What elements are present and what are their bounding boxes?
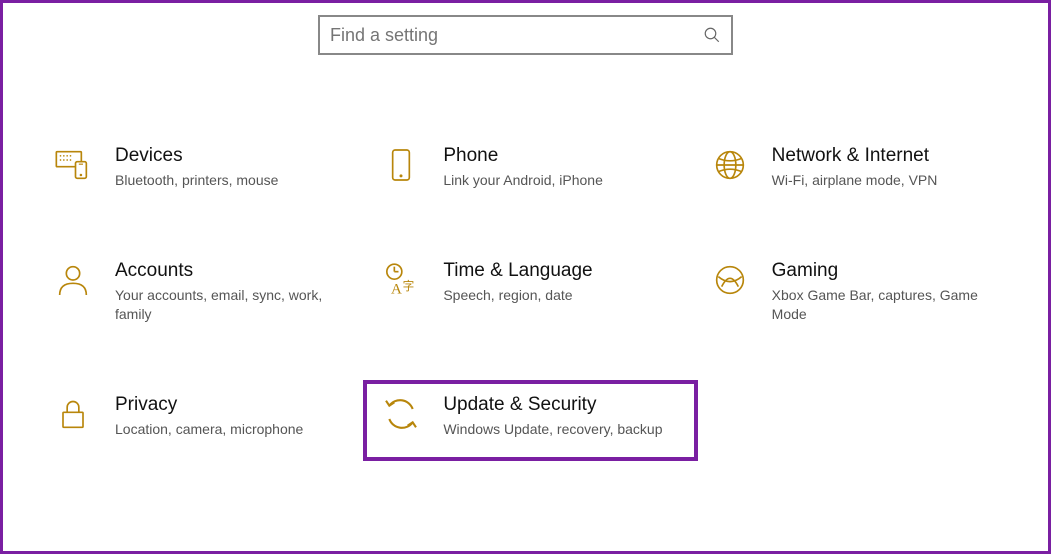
tile-desc: Xbox Game Bar, captures, Game Mode (772, 286, 1008, 324)
tile-title: Privacy (115, 394, 351, 416)
svg-text:字: 字 (403, 279, 415, 293)
tile-title: Time & Language (443, 260, 679, 282)
tile-desc: Bluetooth, printers, mouse (115, 171, 351, 190)
time-language-icon: A 字 (381, 260, 421, 300)
tile-network[interactable]: Network & Internet Wi-Fi, airplane mode,… (710, 145, 1008, 190)
tile-title: Devices (115, 145, 351, 167)
tile-desc: Location, camera, microphone (115, 420, 351, 439)
tile-title: Update & Security (443, 394, 679, 416)
gaming-icon (710, 260, 750, 300)
settings-grid: Devices Bluetooth, printers, mouse Phone… (3, 55, 1048, 459)
tile-phone[interactable]: Phone Link your Android, iPhone (381, 145, 679, 190)
search-input[interactable] (330, 25, 703, 46)
svg-text:A: A (391, 281, 402, 297)
tile-title: Accounts (115, 260, 351, 282)
tile-accounts[interactable]: Accounts Your accounts, email, sync, wor… (53, 260, 351, 324)
tile-title: Gaming (772, 260, 1008, 282)
search-container (318, 15, 733, 55)
settings-window: Devices Bluetooth, printers, mouse Phone… (0, 0, 1051, 554)
sync-icon (381, 394, 421, 434)
person-icon (53, 260, 93, 300)
tile-desc: Link your Android, iPhone (443, 171, 679, 190)
tile-update-security[interactable]: Update & Security Windows Update, recove… (363, 380, 697, 461)
tile-desc: Your accounts, email, sync, work, family (115, 286, 351, 324)
tile-desc: Speech, region, date (443, 286, 679, 305)
tile-time-language[interactable]: A 字 Time & Language Speech, region, date (381, 260, 679, 324)
globe-icon (710, 145, 750, 185)
tile-gaming[interactable]: Gaming Xbox Game Bar, captures, Game Mod… (710, 260, 1008, 324)
tile-title: Network & Internet (772, 145, 1008, 167)
tile-title: Phone (443, 145, 679, 167)
tile-privacy[interactable]: Privacy Location, camera, microphone (53, 394, 351, 439)
tile-desc: Wi-Fi, airplane mode, VPN (772, 171, 1008, 190)
devices-icon (53, 145, 93, 185)
search-icon (703, 26, 721, 44)
lock-icon (53, 394, 93, 434)
tile-desc: Windows Update, recovery, backup (443, 420, 679, 439)
empty-cell (710, 394, 1008, 439)
phone-icon (381, 145, 421, 185)
search-box[interactable] (318, 15, 733, 55)
tile-devices[interactable]: Devices Bluetooth, printers, mouse (53, 145, 351, 190)
